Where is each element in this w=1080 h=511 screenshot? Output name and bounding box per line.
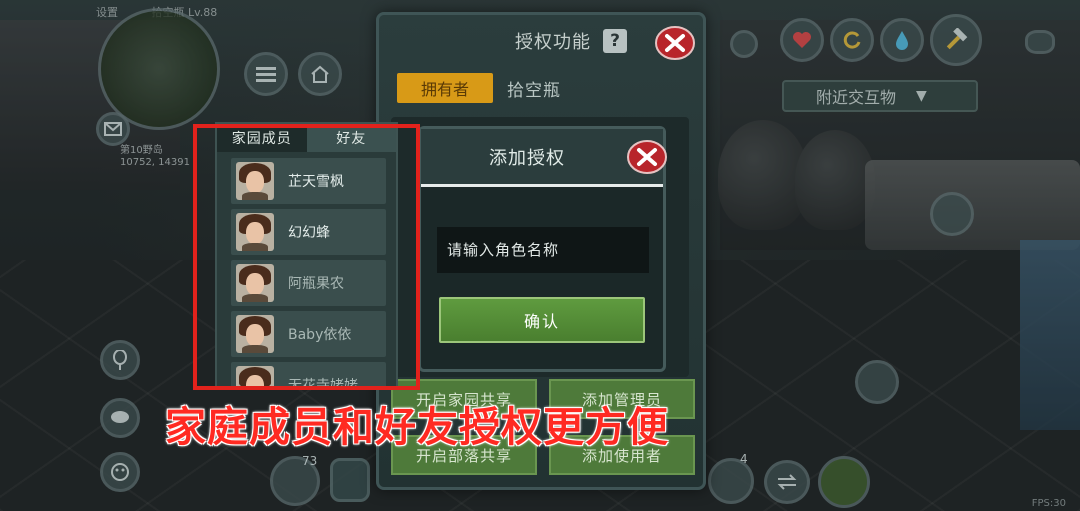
add-authorization-title: 添加授权 [489, 147, 565, 169]
owner-name: 拾空瓶 [507, 80, 561, 101]
signal-icon [730, 30, 758, 58]
chat-count-badge: 73 [302, 454, 318, 468]
swap-icon[interactable] [764, 460, 810, 504]
nearby-interact-label: 附近交互物 [816, 88, 897, 107]
help-icon[interactable]: ? [603, 29, 627, 53]
close-icon[interactable] [626, 139, 668, 175]
magnet-icon[interactable] [930, 192, 974, 236]
add-authorization-dialog: 添加授权 确认 [418, 126, 668, 372]
chevron-down-icon: ▼ [916, 88, 927, 104]
top-left-label: 设置 [96, 6, 118, 19]
backpack-icon[interactable] [330, 458, 370, 502]
map-coordinates: 10752, 14391 [120, 157, 190, 168]
emoji-icon[interactable] [100, 452, 140, 492]
balloon-icon[interactable] [100, 340, 140, 380]
water-drop-icon[interactable] [880, 18, 924, 62]
owner-tag: 拥有者 [397, 73, 493, 103]
sword-icon[interactable] [855, 360, 899, 404]
map-area-name: 第10野岛 [120, 145, 163, 156]
owner-row: 拥有者 拾空瓶 [397, 73, 561, 103]
refresh-icon[interactable] [830, 18, 874, 62]
role-name-input[interactable] [437, 227, 649, 273]
highlight-box [193, 124, 420, 390]
bag-count-badge: 4 [740, 452, 748, 466]
heart-icon[interactable] [780, 18, 824, 62]
promo-caption: 家庭成员和好友授权更方便 [165, 403, 669, 451]
menu-list-icon[interactable] [244, 52, 288, 96]
character-icon[interactable] [818, 456, 870, 508]
map-info: 第10野岛 10752, 14391 [120, 145, 190, 169]
authorization-title: 授权功能 [515, 32, 591, 53]
hammer-icon[interactable] [930, 14, 982, 66]
nearby-interact-dropdown[interactable]: 附近交互物 ▼ [782, 80, 978, 112]
home-icon[interactable] [298, 52, 342, 96]
eye-icon[interactable] [1025, 30, 1055, 54]
fps-readout: FPS:30 [1031, 498, 1066, 509]
chat-bubble-icon[interactable] [100, 398, 140, 438]
mail-icon[interactable] [96, 112, 130, 146]
confirm-button[interactable]: 确认 [439, 297, 645, 343]
close-icon[interactable] [655, 26, 695, 60]
